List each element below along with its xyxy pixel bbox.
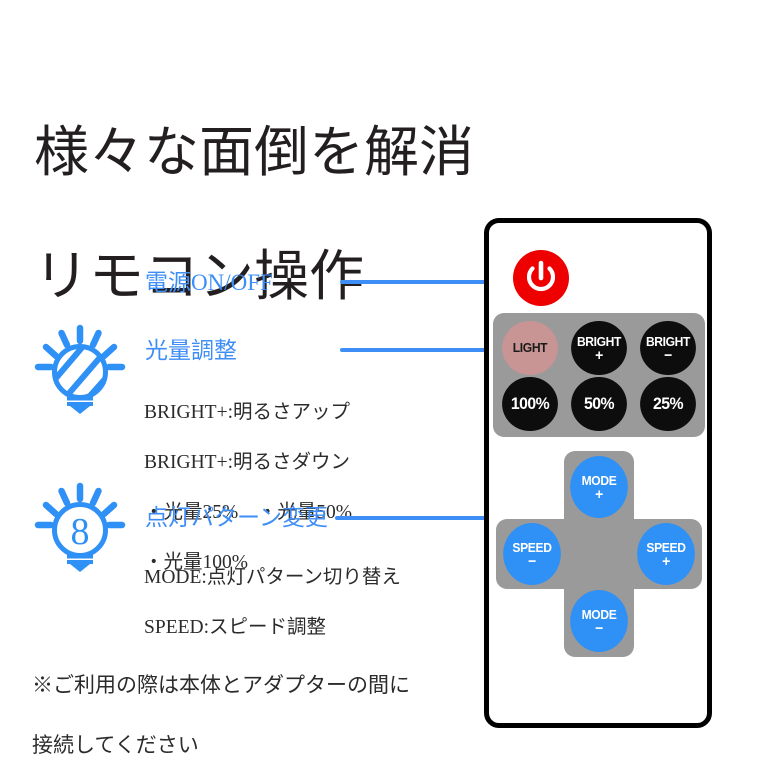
directional-pad: MODE + SPEED − SPEED + MODE − [496, 451, 702, 657]
annotation-title-pattern: 点灯パターン変更 [145, 505, 328, 530]
power-symbol-icon [526, 260, 556, 292]
mode-plus-button[interactable]: MODE + [570, 456, 628, 518]
light-button[interactable]: LIGHT [502, 321, 558, 375]
brightness-detail-line-1: BRIGHT+:明るさアップ [144, 402, 350, 423]
brightness-100-button[interactable]: 100% [502, 377, 558, 431]
brightness-50-label: 50% [584, 394, 615, 413]
brightness-detail-line-2: BRIGHT+:明るさダウン [144, 452, 350, 473]
mode-plus-sign: + [595, 485, 603, 503]
bright-plus-button[interactable]: BRIGHT + [571, 321, 627, 375]
brightness-25-button[interactable]: 25% [640, 377, 696, 431]
mode-minus-button[interactable]: MODE − [570, 590, 628, 652]
remote-control-body: LIGHT BRIGHT + BRIGHT − 100% 50% 25% MOD… [484, 218, 712, 728]
light-bulb-striped-icon [33, 322, 127, 419]
footnote-line-2: 接続してください [32, 733, 199, 757]
infographic-page: 様々な面倒を解消 リモコン操作 電源ON/OFF 光量調整 BRIGHT+:明る… [0, 0, 760, 760]
keypad-row-1: LIGHT BRIGHT + BRIGHT − [500, 321, 698, 375]
brightness-50-button[interactable]: 50% [571, 377, 627, 431]
power-button[interactable] [513, 250, 569, 306]
brightness-keypad-panel: LIGHT BRIGHT + BRIGHT − 100% 50% 25% [493, 313, 705, 437]
bright-plus-sign: + [595, 346, 603, 364]
keypad-row-2: 100% 50% 25% [500, 377, 698, 431]
bright-minus-button[interactable]: BRIGHT − [640, 321, 696, 375]
footnote: ※ご利用の際は本体とアダプターの間に 接続してください [32, 640, 502, 760]
page-title-line-1: 様々な面倒を解消 [34, 122, 475, 183]
footnote-line-1: ※ご利用の際は本体とアダプターの間に [32, 673, 410, 697]
pattern-detail-line-1: MODE:点灯パターン切り替え [144, 567, 401, 588]
bright-minus-sign: − [664, 346, 672, 364]
light-button-label: LIGHT [512, 340, 548, 355]
annotation-title-brightness: 光量調整 [145, 338, 237, 363]
speed-plus-sign: + [662, 552, 670, 570]
pattern-detail-line-2: SPEED:スピード調整 [144, 617, 327, 638]
speed-minus-sign: − [528, 552, 536, 570]
svg-text:8: 8 [71, 511, 90, 553]
light-bulb-eight-icon: 8 [33, 482, 127, 579]
brightness-100-label: 100% [510, 394, 550, 413]
speed-plus-button[interactable]: SPEED + [637, 523, 695, 585]
mode-minus-sign: − [595, 619, 603, 637]
annotation-title-power: 電源ON/OFF [145, 270, 273, 295]
speed-minus-button[interactable]: SPEED − [503, 523, 561, 585]
brightness-25-label: 25% [653, 394, 684, 413]
